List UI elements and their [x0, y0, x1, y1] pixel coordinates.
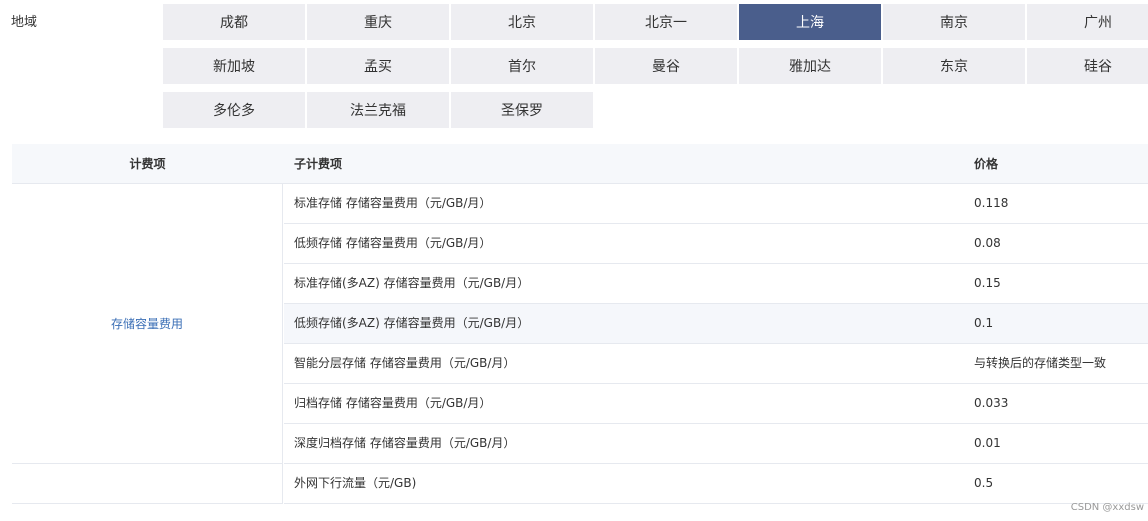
region-option-seoul[interactable]: 首尔: [451, 48, 593, 84]
region-option-shanghai[interactable]: 上海: [739, 4, 881, 40]
table-row: 标准存储(多AZ) 存储容量费用（元/GB/月） 0.15: [284, 264, 1148, 304]
table-row-hovered: 低频存储(多AZ) 存储容量费用（元/GB/月） 0.1: [284, 304, 1148, 344]
region-option-silicon-valley[interactable]: 硅谷: [1027, 48, 1148, 84]
sub-item-cell: 标准存储 存储容量费用（元/GB/月）: [294, 196, 492, 210]
table-header: 计费项 子计费项 价格: [12, 144, 1148, 184]
sub-item-cell: 标准存储(多AZ) 存储容量费用（元/GB/月）: [294, 276, 530, 290]
region-option-beijing[interactable]: 北京: [451, 4, 593, 40]
price-cell: 0.08: [974, 236, 1001, 250]
region-option-beijing-1[interactable]: 北京一: [595, 4, 737, 40]
price-cell: 0.1: [974, 316, 994, 330]
region-option-chongqing[interactable]: 重庆: [307, 4, 449, 40]
region-option-bangkok[interactable]: 曼谷: [595, 48, 737, 84]
table-row: 低频存储 存储容量费用（元/GB/月） 0.08: [284, 224, 1148, 264]
region-option-tokyo[interactable]: 东京: [883, 48, 1025, 84]
header-price: 价格: [974, 157, 999, 171]
region-option-guangzhou[interactable]: 广州: [1027, 4, 1148, 40]
sub-item-cell: 归档存储 存储容量费用（元/GB/月）: [294, 396, 492, 410]
price-cell: 0.033: [974, 396, 1009, 410]
price-cell: 与转换后的存储类型一致: [974, 356, 1107, 370]
region-option-nanjing[interactable]: 南京: [883, 4, 1025, 40]
region-option-toronto[interactable]: 多伦多: [163, 92, 305, 128]
region-option-jakarta[interactable]: 雅加达: [739, 48, 881, 84]
sub-item-cell: 低频存储(多AZ) 存储容量费用（元/GB/月）: [294, 316, 530, 330]
region-option-sao-paulo[interactable]: 圣保罗: [451, 92, 593, 128]
header-billing-item: 计费项: [129, 157, 166, 171]
region-option-mumbai[interactable]: 孟买: [307, 48, 449, 84]
table-row: 智能分层存储 存储容量费用（元/GB/月） 与转换后的存储类型一致: [284, 344, 1148, 384]
sub-item-cell: 智能分层存储 存储容量费用（元/GB/月）: [294, 356, 516, 370]
sub-item-cell: 低频存储 存储容量费用（元/GB/月）: [294, 236, 492, 250]
table-row: 标准存储 存储容量费用（元/GB/月） 0.118: [284, 184, 1148, 224]
sub-item-cell: 深度归档存储 存储容量费用（元/GB/月）: [294, 436, 516, 450]
region-label: 地域: [11, 15, 38, 30]
price-cell: 0.01: [974, 436, 1001, 450]
watermark: CSDN @xxdsw: [1070, 502, 1144, 513]
region-option-singapore[interactable]: 新加坡: [163, 48, 305, 84]
header-sub-billing-item: 子计费项: [294, 157, 343, 171]
billing-item-empty-cell: [12, 464, 283, 504]
sub-item-cell: 外网下行流量（元/GB): [294, 476, 417, 490]
price-cell: 0.15: [974, 276, 1001, 290]
price-cell: 0.5: [974, 476, 994, 490]
table-row: 深度归档存储 存储容量费用（元/GB/月） 0.01: [284, 424, 1148, 464]
price-cell: 0.118: [974, 196, 1009, 210]
storage-capacity-fee-link[interactable]: 存储容量费用: [111, 315, 183, 332]
table-row: 归档存储 存储容量费用（元/GB/月） 0.033: [284, 384, 1148, 424]
billing-item-cell: 存储容量费用: [12, 184, 283, 464]
region-option-frankfurt[interactable]: 法兰克福: [307, 92, 449, 128]
table-row: 外网下行流量（元/GB) 0.5: [284, 464, 1148, 504]
region-option-chengdu[interactable]: 成都: [163, 4, 305, 40]
